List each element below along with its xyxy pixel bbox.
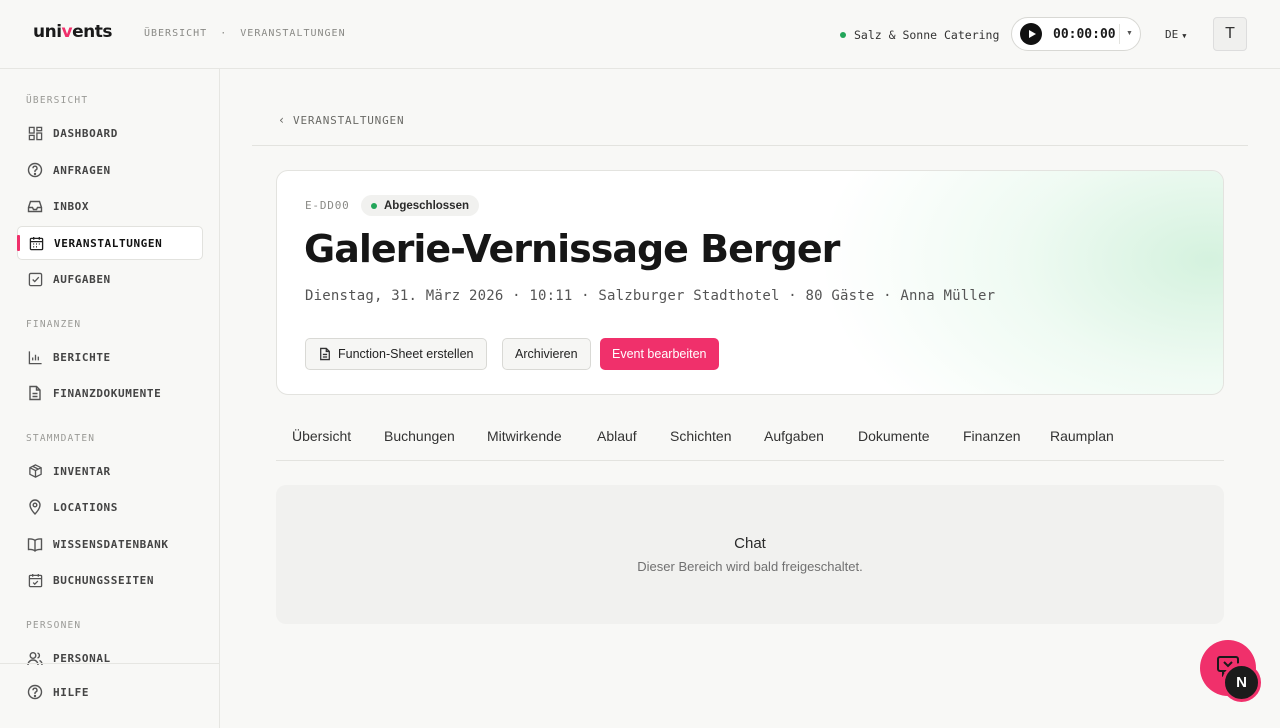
chat-placeholder-panel: Chat Dieser Bereich wird bald freigescha… xyxy=(276,485,1224,624)
sidebar-item-label: WISSENSDATENBANK xyxy=(53,537,169,551)
timer-value: 00:00:00 xyxy=(1053,26,1116,42)
divider xyxy=(252,145,1248,146)
sidebar-item-aufgaben[interactable]: AUFGABEN xyxy=(17,262,203,296)
top-bar: univents ÜBERSICHT · VERANSTALTUNGEN Sal… xyxy=(0,0,1280,69)
logo[interactable]: univents xyxy=(33,22,113,42)
calendar-check-icon xyxy=(26,571,44,589)
sidebar-item-dashboard[interactable]: DASHBOARD xyxy=(17,116,203,150)
help-icon xyxy=(26,683,44,701)
status-badge: Abgeschlossen xyxy=(361,195,479,216)
sidebar-item-label: AUFGABEN xyxy=(53,272,111,286)
tab-buchungen[interactable]: Buchungen xyxy=(384,428,455,444)
play-icon[interactable] xyxy=(1020,23,1042,45)
decorative-gradient xyxy=(817,171,1223,394)
sidebar-item-berichte[interactable]: BERICHTE xyxy=(17,340,203,374)
chevron-down-icon[interactable]: ▼ xyxy=(1126,30,1133,37)
tab-schichten[interactable]: Schichten xyxy=(670,428,731,444)
event-meta: Dienstag, 31. März 2026 · 10:11 · Salzbu… xyxy=(305,288,996,304)
sidebar-item-locations[interactable]: LOCATIONS xyxy=(17,490,203,524)
sidebar-item-wissensdatenbank[interactable]: WISSENSDATENBANK xyxy=(17,527,203,561)
breadcrumb: ÜBERSICHT · VERANSTALTUNGEN xyxy=(144,28,352,39)
calendar-icon xyxy=(27,234,45,252)
bar-chart-icon xyxy=(26,348,44,366)
sidebar-item-label: VERANSTALTUNGEN xyxy=(54,236,163,250)
notification-badge[interactable]: N xyxy=(1222,663,1261,702)
sidebar-item-buchungsseiten[interactable]: BUCHUNGSSEITEN xyxy=(17,563,203,597)
archive-button[interactable]: Archivieren xyxy=(502,338,591,370)
company-switcher[interactable]: Salz & Sonne Catering xyxy=(840,28,999,42)
archive-label: Archivieren xyxy=(515,347,578,361)
page-title: Galerie-Vernissage Berger xyxy=(304,227,840,271)
sidebar-item-anfragen[interactable]: ANFRAGEN xyxy=(17,153,203,187)
sidebar-item-label: INVENTAR xyxy=(53,464,111,478)
sidebar-item-label: BERICHTE xyxy=(53,350,111,364)
map-pin-icon xyxy=(26,498,44,516)
event-tabs: Übersicht Buchungen Mitwirkende Ablauf S… xyxy=(276,420,1224,461)
question-icon xyxy=(26,161,44,179)
book-icon xyxy=(26,535,44,553)
event-header-card: E-DD00 Abgeschlossen Galerie-Vernissage … xyxy=(276,170,1224,395)
edit-event-label: Event bearbeiten xyxy=(612,347,707,361)
sidebar-item-finanzdokumente[interactable]: FINANZDOKUMENTE xyxy=(17,376,203,410)
tab-raumplan[interactable]: Raumplan xyxy=(1050,428,1114,444)
section-title-people: PERSONEN xyxy=(26,620,82,631)
panel-title: Chat xyxy=(734,535,766,552)
breadcrumb-item-overview[interactable]: ÜBERSICHT xyxy=(144,28,207,39)
online-status-dot xyxy=(840,32,846,38)
document-icon xyxy=(319,347,331,361)
sidebar-footer: HILFE xyxy=(0,663,219,728)
function-sheet-button[interactable]: Function-Sheet erstellen xyxy=(305,338,487,370)
back-link[interactable]: ‹ VERANSTALTUNGEN xyxy=(278,113,404,127)
sidebar-item-label: FINANZDOKUMENTE xyxy=(53,386,162,400)
breadcrumb-separator: · xyxy=(220,28,228,39)
company-name: Salz & Sonne Catering xyxy=(854,28,1000,42)
sidebar-item-veranstaltungen[interactable]: VERANSTALTUNGEN xyxy=(17,226,203,260)
tab-ablauf[interactable]: Ablauf xyxy=(597,428,637,444)
sidebar: ÜBERSICHT DASHBOARD ANFRAGEN INBOX VERAN… xyxy=(0,69,220,728)
box-icon xyxy=(26,462,44,480)
section-title-master-data: STAMMDATEN xyxy=(26,433,96,444)
chevron-left-icon: ‹ xyxy=(278,113,287,127)
sidebar-item-label: HILFE xyxy=(53,685,90,699)
sidebar-item-label: ANFRAGEN xyxy=(53,163,111,177)
tab-aufgaben[interactable]: Aufgaben xyxy=(764,428,824,444)
timer-divider xyxy=(1119,24,1120,44)
status-dot xyxy=(371,202,377,209)
sidebar-item-label: LOCATIONS xyxy=(53,500,119,514)
panel-text: Dieser Bereich wird bald freigeschaltet. xyxy=(637,559,863,574)
tab-mitwirkende[interactable]: Mitwirkende xyxy=(487,428,562,444)
sidebar-item-label: DASHBOARD xyxy=(53,126,119,140)
section-title-finances: FINANZEN xyxy=(26,319,82,330)
tab-dokumente[interactable]: Dokumente xyxy=(858,428,930,444)
tab-uebersicht[interactable]: Übersicht xyxy=(292,428,351,444)
function-sheet-label: Function-Sheet erstellen xyxy=(338,347,474,361)
sidebar-item-label: INBOX xyxy=(53,199,90,213)
inbox-icon xyxy=(26,197,44,215)
language-label: DE xyxy=(1165,28,1179,41)
document-icon xyxy=(26,384,44,402)
checkbox-icon xyxy=(26,270,44,288)
event-code: E-DD00 xyxy=(305,199,350,212)
sidebar-item-inbox[interactable]: INBOX xyxy=(17,189,203,223)
dashboard-icon xyxy=(26,124,44,142)
sidebar-item-hilfe[interactable]: HILFE xyxy=(17,675,203,709)
user-avatar[interactable]: T xyxy=(1213,17,1247,51)
chevron-down-icon: ▼ xyxy=(1182,32,1187,40)
time-tracker: 00:00:00 ▼ xyxy=(1011,17,1141,51)
tab-finanzen[interactable]: Finanzen xyxy=(963,428,1021,444)
sidebar-item-label: BUCHUNGSSEITEN xyxy=(53,573,155,587)
sidebar-item-inventar[interactable]: INVENTAR xyxy=(17,454,203,488)
section-title-overview: ÜBERSICHT xyxy=(26,95,89,106)
back-link-label: VERANSTALTUNGEN xyxy=(293,113,405,127)
status-label: Abgeschlossen xyxy=(384,199,469,212)
language-selector[interactable]: DE ▼ xyxy=(1165,28,1186,41)
edit-event-button[interactable]: Event bearbeiten xyxy=(600,338,719,370)
breadcrumb-item-events[interactable]: VERANSTALTUNGEN xyxy=(240,28,345,39)
